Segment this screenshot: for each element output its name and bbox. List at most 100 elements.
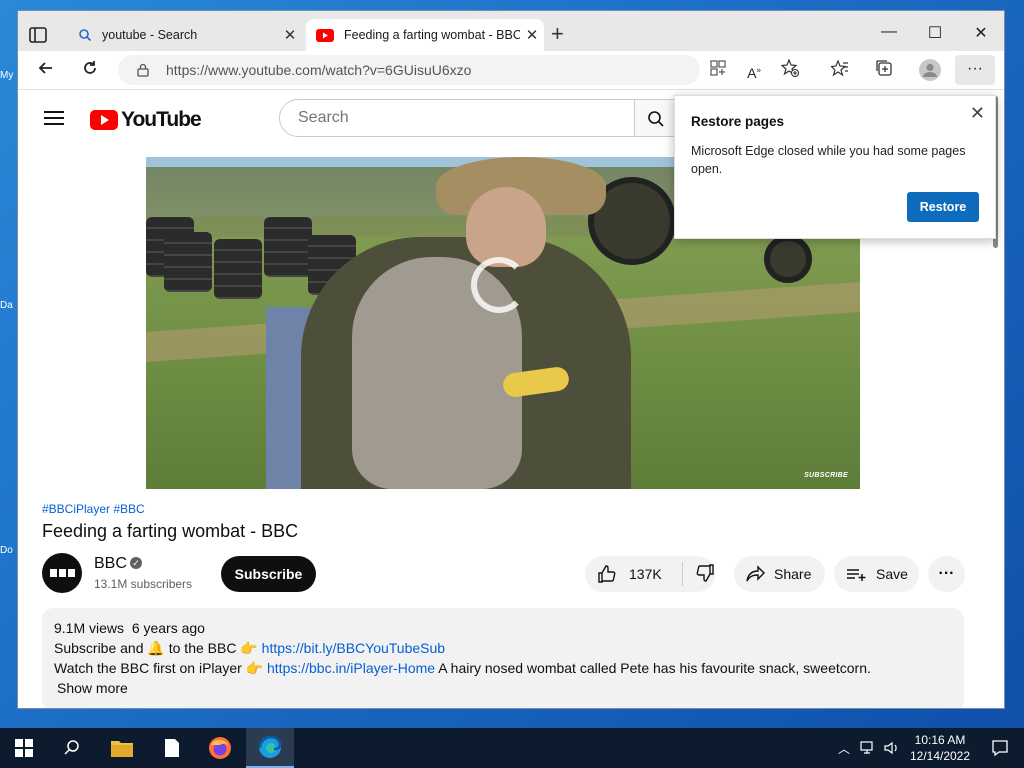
popup-message: Microsoft Edge closed while you had some… (691, 144, 966, 176)
volume-icon[interactable] (884, 741, 900, 755)
chevron-up-icon[interactable]: ︿ (838, 740, 850, 757)
description-line: Watch the BBC first on iPlayer 👉 https:/… (54, 660, 871, 677)
refresh-button[interactable] (78, 59, 102, 81)
video-hashtags[interactable]: #BBCiPlayer #BBC (42, 502, 145, 516)
read-aloud-button[interactable]: A» (742, 59, 766, 81)
thumbs-down-icon (696, 563, 714, 582)
profile-button[interactable] (918, 59, 942, 81)
settings-more-button[interactable]: ··· (955, 55, 995, 85)
edge-button[interactable] (246, 728, 294, 768)
notepad-button[interactable] (148, 728, 196, 768)
edge-icon (258, 735, 282, 758)
like-count: 137K (629, 566, 662, 582)
notifications-button[interactable] (976, 728, 1024, 768)
popup-title: Restore pages (691, 114, 785, 129)
channel-name[interactable]: BBC (94, 555, 127, 573)
tab-youtube-search[interactable]: youtube - Search ✕ (66, 19, 302, 51)
search-icon (79, 29, 92, 42)
app-available-button[interactable] (706, 59, 730, 81)
like-dislike-group: 137K (585, 556, 715, 592)
taskbar: ︿ 10:16 AM 12/14/2022 (0, 728, 1024, 768)
add-favorite-button[interactable] (778, 58, 802, 81)
desktop-icon-label[interactable]: Do (0, 545, 18, 556)
notification-icon (992, 740, 1008, 757)
taskbar-search-button[interactable] (48, 728, 96, 768)
search-icon (648, 111, 664, 127)
youtube-logo[interactable]: YouTube (90, 108, 202, 132)
view-count: 9.1M views (54, 620, 125, 636)
file-explorer-button[interactable] (98, 728, 146, 768)
menu-icon[interactable] (44, 111, 64, 125)
share-icon (746, 565, 765, 582)
search-button[interactable] (635, 99, 675, 137)
pointing-hand-icon: 👉 (240, 640, 258, 656)
pointing-hand-icon: 👉 (245, 660, 264, 676)
video-subscribe-watermark[interactable]: SUBSCRIBE (804, 472, 848, 479)
address-bar[interactable]: https://www.youtube.com/watch?v=6GUisuU6… (118, 55, 700, 85)
view-stats: 9.1M views 6 years ago (54, 620, 205, 636)
tab-feeding-wombat[interactable]: Feeding a farting wombat - BBC ✕ (306, 19, 544, 51)
firefox-icon (209, 737, 231, 759)
start-button[interactable] (0, 728, 48, 768)
document-icon (165, 739, 179, 757)
browser-window: youtube - Search ✕ Feeding a farting wom… (18, 11, 1004, 708)
bell-icon: 🔔 (147, 640, 165, 656)
youtube-icon (316, 28, 334, 42)
firefox-button[interactable] (196, 728, 244, 768)
favorites-button[interactable] (828, 59, 852, 81)
ellipsis-icon: ··· (938, 565, 955, 582)
verified-check-icon: ✓ (130, 557, 142, 569)
collections-icon (876, 60, 892, 76)
favorites-icon (830, 59, 848, 77)
description-box[interactable]: 9.1M views 6 years ago Subscribe and 🔔 t… (42, 608, 964, 708)
collections-button[interactable] (872, 59, 896, 81)
popup-close-icon[interactable]: ✕ (970, 103, 985, 124)
dislike-button[interactable] (683, 563, 715, 586)
url-text[interactable]: https://www.youtube.com/watch?v=6GUisuU6… (166, 62, 471, 78)
playlist-add-icon (847, 569, 866, 581)
search-box[interactable] (279, 99, 635, 137)
subscribe-link[interactable]: https://bit.ly/BBCYouTubeSub (262, 640, 445, 656)
tab-actions-icon[interactable] (28, 25, 48, 45)
tab-title: youtube - Search (102, 28, 198, 42)
subscriber-count: 13.1M subscribers (94, 577, 193, 591)
back-button[interactable] (34, 59, 58, 81)
lock-icon[interactable] (136, 63, 150, 77)
folder-icon (111, 741, 133, 757)
star-add-icon (780, 58, 800, 78)
iplayer-link[interactable]: https://bbc.in/iPlayer-Home (267, 660, 435, 676)
like-button[interactable]: 137K (585, 562, 683, 586)
refresh-icon (84, 61, 96, 74)
clock-time: 10:16 AM (914, 733, 966, 747)
desktop-icon-label[interactable]: Da (0, 300, 18, 311)
taskbar-clock[interactable]: 10:16 AM 12/14/2022 (904, 732, 976, 764)
youtube-wordmark: YouTube (121, 108, 202, 131)
close-window-button[interactable]: ✕ (958, 23, 1004, 43)
channel-avatar[interactable] (42, 553, 82, 593)
back-arrow-icon (38, 62, 52, 74)
restore-button[interactable]: Restore (907, 192, 979, 222)
browser-toolbar: https://www.youtube.com/watch?v=6GUisuU6… (18, 51, 1004, 90)
desktop-icon-label[interactable]: My (0, 70, 18, 81)
subscribe-button[interactable]: Subscribe (221, 556, 316, 592)
youtube-play-icon (90, 110, 118, 130)
maximize-button[interactable]: ☐ (912, 23, 958, 43)
tab-close-icon[interactable]: ✕ (278, 26, 302, 44)
minimize-button[interactable]: — (866, 23, 912, 41)
network-icon[interactable] (860, 741, 876, 755)
more-actions-button[interactable]: ··· (928, 556, 965, 592)
search-input[interactable] (296, 108, 600, 128)
show-more-button[interactable]: Show more (57, 680, 128, 696)
save-button[interactable]: Save (834, 556, 919, 592)
new-tab-button[interactable]: + (551, 23, 564, 45)
save-label: Save (876, 566, 908, 582)
description-line: Subscribe and 🔔 to the BBC 👉 https://bit… (54, 640, 445, 657)
read-aloud-icon: A» (747, 64, 761, 81)
tab-close-icon[interactable]: ✕ (520, 26, 544, 44)
apps-icon (710, 60, 726, 76)
man-head (466, 187, 546, 267)
title-bar: youtube - Search ✕ Feeding a farting wom… (18, 11, 1004, 51)
windows-icon (15, 739, 33, 757)
share-label: Share (774, 566, 812, 582)
share-button[interactable]: Share (734, 556, 825, 592)
